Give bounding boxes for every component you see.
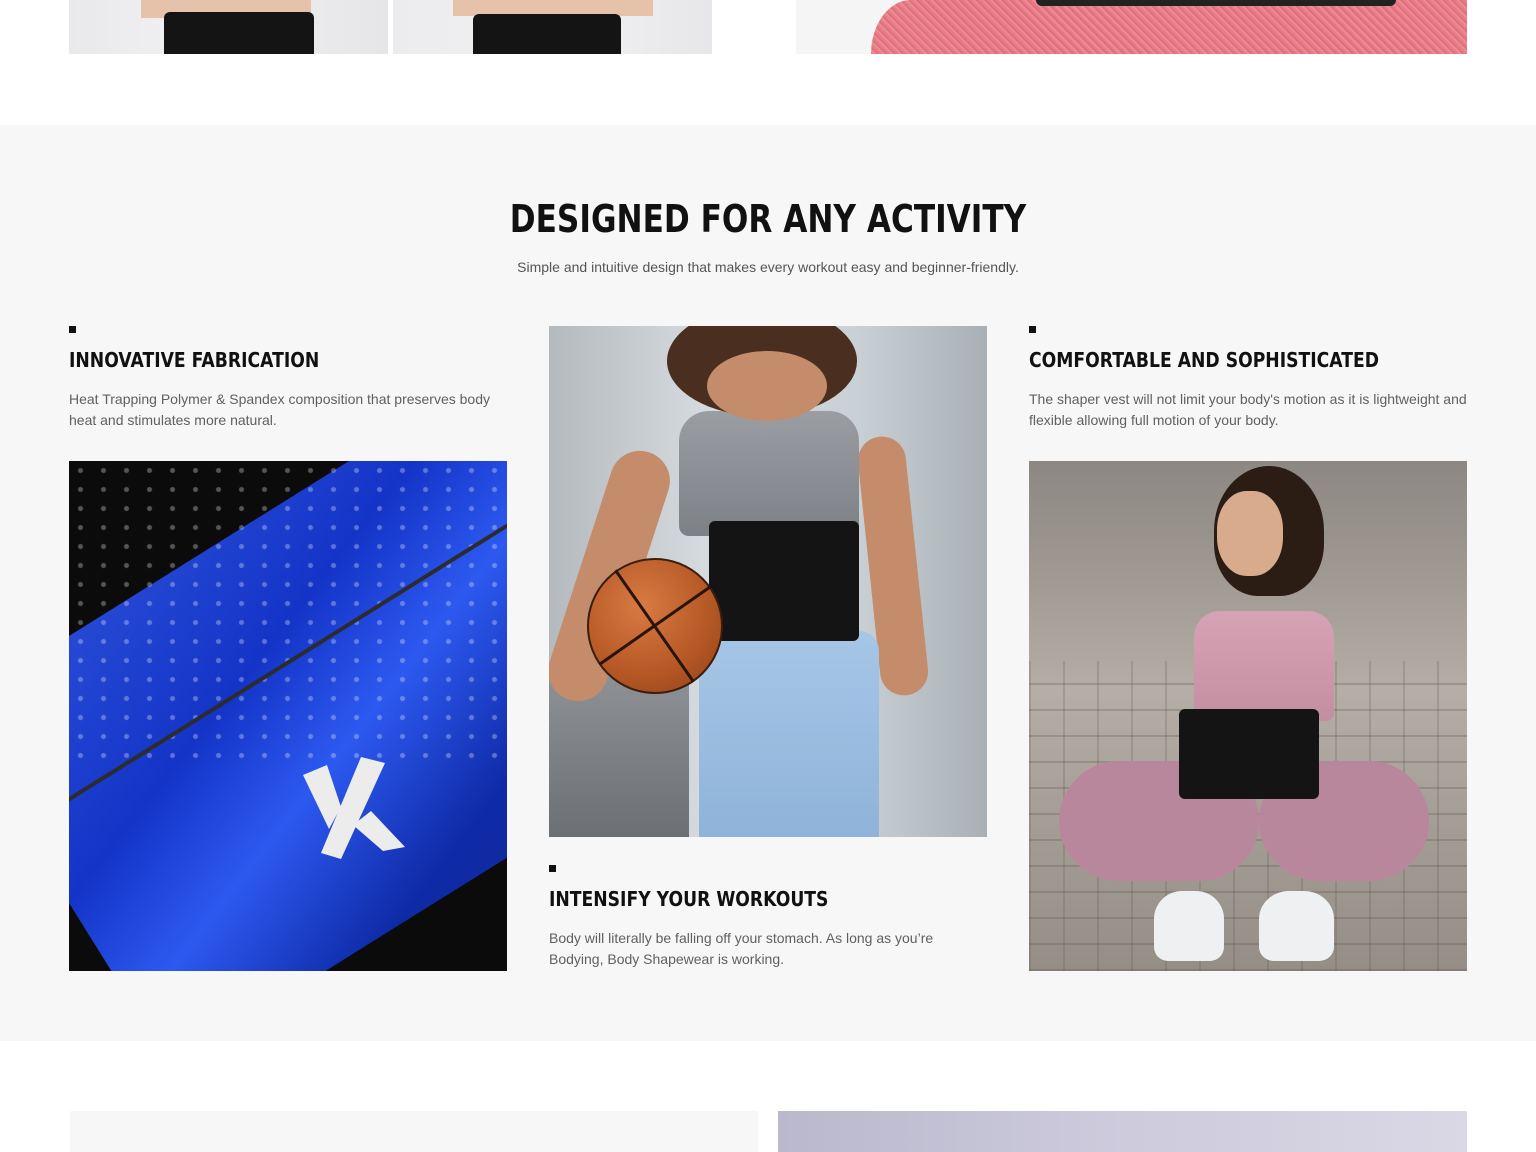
bullet-square-icon [549,865,556,872]
bullet-square-icon [1029,326,1036,333]
bottom-panel-left [70,1111,758,1152]
feature-text: Heat Trapping Polymer & Spandex composit… [69,391,491,428]
feature-text: The shaper vest will not limit your body… [1029,391,1467,428]
feature-title: INTENSIFY YOUR WORKOUTS [549,887,829,911]
top-product-photo-3 [796,0,1467,54]
section-title: DESIGNED FOR ANY ACTIVITY [509,197,1027,241]
bullet-square-icon [69,326,76,333]
feature-title: COMFORTABLE AND SOPHISTICATED [1029,348,1379,372]
brand-logo-icon [303,757,405,859]
section-subtitle: Simple and intuitive design that makes e… [517,259,1019,275]
woman-crouching-photo [1029,461,1467,971]
bottom-photo-right [778,1111,1467,1152]
woman-with-basketball-photo [549,326,987,837]
fabric-closeup-photo [69,461,507,971]
feature-title: INNOVATIVE FABRICATION [69,348,320,372]
feature-text: Body will literally be falling off your … [549,930,934,967]
top-product-photo-1 [69,0,388,54]
top-product-photo-2 [393,0,712,54]
